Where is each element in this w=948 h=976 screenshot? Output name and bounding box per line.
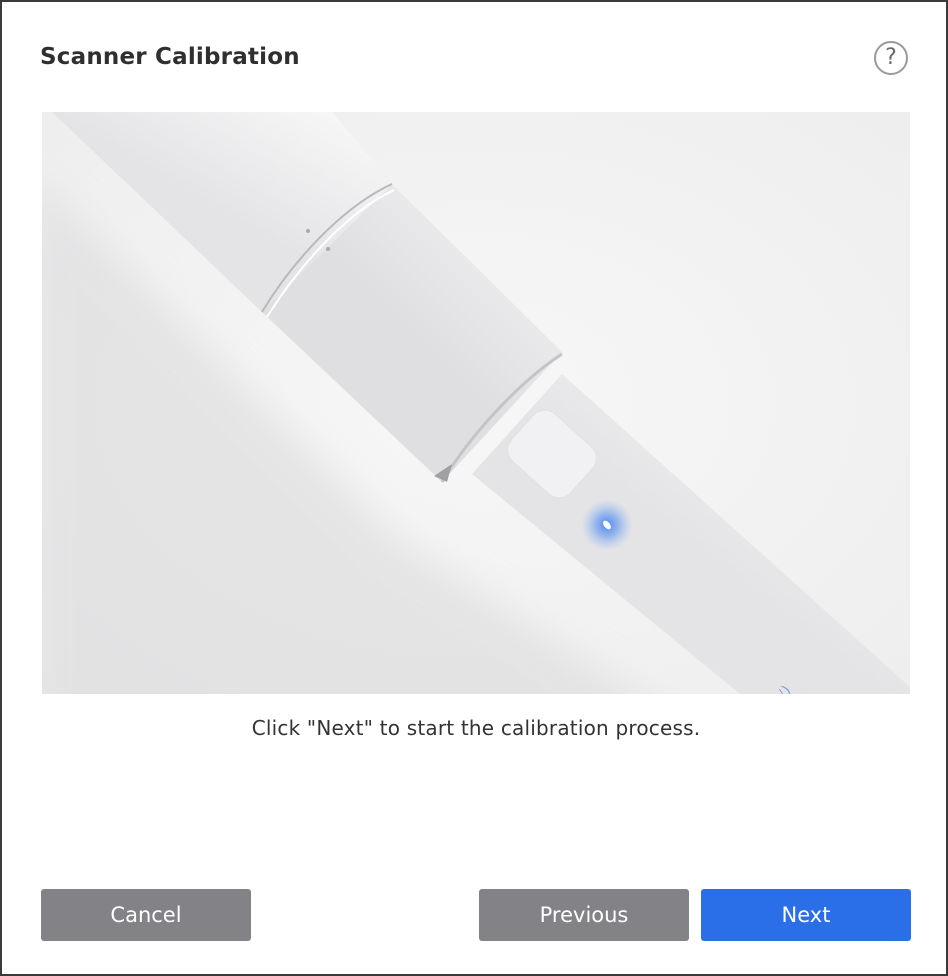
cancel-button[interactable]: Cancel [41,889,251,941]
dialog-title: Scanner Calibration [40,44,300,70]
calibration-dialog: Scanner Calibration ? ﾉ) Click "Next" to… [0,0,948,976]
previous-button[interactable]: Previous [479,889,689,941]
scanner-image: ﾉ) [42,112,910,694]
help-icon[interactable]: ? [874,41,908,75]
next-button[interactable]: Next [701,889,911,941]
scanner-illustration: ﾉ) [42,112,910,694]
instruction-text: Click "Next" to start the calibration pr… [251,716,701,740]
